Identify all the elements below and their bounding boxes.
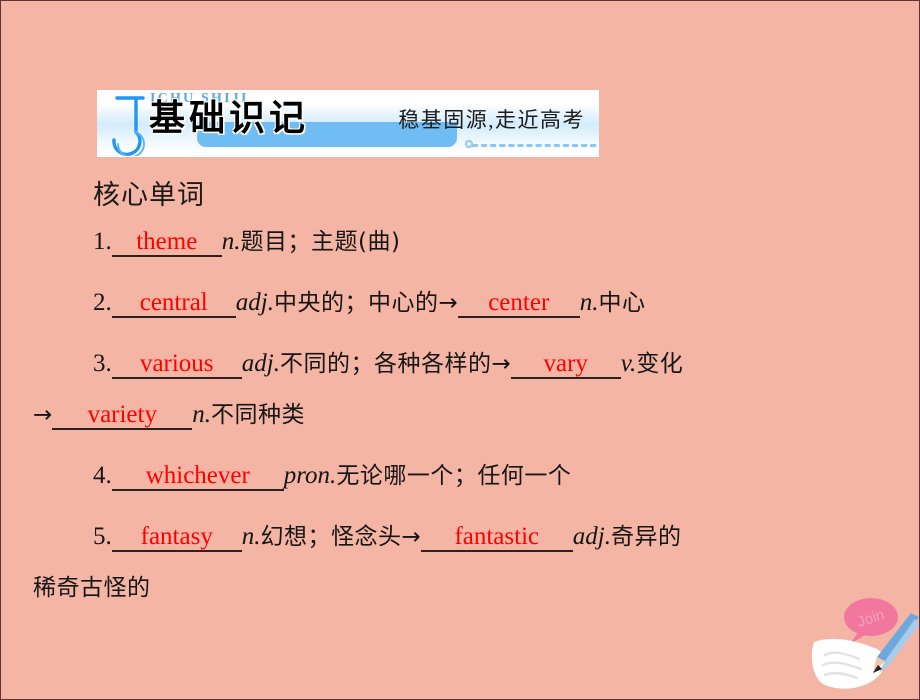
dash-end-dot-left <box>465 140 473 148</box>
banner-title: 基础识记 <box>149 98 310 139</box>
vocabulary-entry: 2. central adj.中央的；中心的→ center n.中心 <box>33 290 895 318</box>
vocabulary-entry: 3. various adj.不同的；各种各样的→ vary v.变化 <box>33 351 895 379</box>
part-of-speech: adj. <box>572 523 611 550</box>
part-of-speech: pron. <box>283 462 337 489</box>
entry-number: 5. <box>93 523 112 550</box>
vocabulary-entry: 5. fantasy n.幻想；怪念头→ fantastic adj.奇异的 <box>33 524 895 552</box>
vocabulary-entry: 1. theme n.题目；主题(曲) <box>33 229 895 257</box>
answer-blank[interactable]: vary <box>510 351 621 379</box>
answer-blank[interactable]: variety <box>52 402 193 430</box>
definition-text: 奇异的 <box>610 524 682 550</box>
entry-number: 2. <box>93 289 112 316</box>
part-of-speech: v. <box>620 350 637 377</box>
definition-text: 变化 <box>636 351 684 377</box>
page-title: 核心单词 <box>93 180 205 211</box>
definition-text: 幻想；怪念头 <box>260 524 402 550</box>
definition-text: 无论哪一个；任何一个 <box>336 463 572 489</box>
banner-dashed-rule <box>465 140 599 150</box>
derivation-arrow: → <box>401 524 421 550</box>
entry-number: 4. <box>93 462 112 489</box>
entry-number: 3. <box>93 350 112 377</box>
vocabulary-entry: 4. whichever pron.无论哪一个；任何一个 <box>33 463 895 491</box>
answer-blank[interactable]: whichever <box>111 463 284 491</box>
part-of-speech: adj. <box>235 289 274 316</box>
definition-text: 不同的；各种各样的 <box>279 351 492 377</box>
vocabulary-entry-continuation: 稀奇古怪的 <box>33 575 895 600</box>
answer-blank[interactable]: fantasy <box>111 524 242 552</box>
answer-blank[interactable]: various <box>111 351 242 379</box>
part-of-speech: n. <box>192 401 212 428</box>
definition-text: 中心 <box>598 290 646 316</box>
pencil-writing-on-paper-icon: Join <box>811 598 919 689</box>
definition-text: 中央的；中心的 <box>273 290 439 316</box>
definition-text: 稀奇古怪的 <box>33 575 151 601</box>
vocabulary-entry-continuation: → variety n.不同种类 <box>33 402 895 430</box>
definition-text: 不同种类 <box>211 402 306 428</box>
answer-blank[interactable]: fantastic <box>420 524 573 552</box>
letter-j-icon <box>112 96 145 156</box>
dashed-line <box>472 144 599 147</box>
answer-blank[interactable]: central <box>111 290 236 318</box>
entry-number: 1. <box>93 228 112 255</box>
part-of-speech: adj. <box>241 350 280 377</box>
part-of-speech: n. <box>241 523 261 550</box>
part-of-speech: n. <box>579 289 599 316</box>
derivation-arrow: → <box>33 402 53 428</box>
banner-tagline: 稳基固源,走近高考 <box>398 108 585 132</box>
derivation-arrow: → <box>491 351 511 377</box>
vocabulary-list: 1. theme n.题目；主题(曲) 2. central adj.中央的；中心的→ ce… <box>33 229 895 600</box>
answer-blank[interactable]: theme <box>111 229 222 257</box>
definition-text: 题目；主题(曲) <box>240 229 401 255</box>
derivation-arrow: → <box>438 290 458 316</box>
part-of-speech: n. <box>221 228 241 255</box>
section-banner: ICHU SHIJI 基础识记 稳基固源,走近高考 <box>97 90 599 157</box>
answer-blank[interactable]: center <box>457 290 580 318</box>
slide-canvas: ICHU SHIJI 基础识记 稳基固源,走近高考 核心单词 1. theme n.… <box>0 0 920 700</box>
